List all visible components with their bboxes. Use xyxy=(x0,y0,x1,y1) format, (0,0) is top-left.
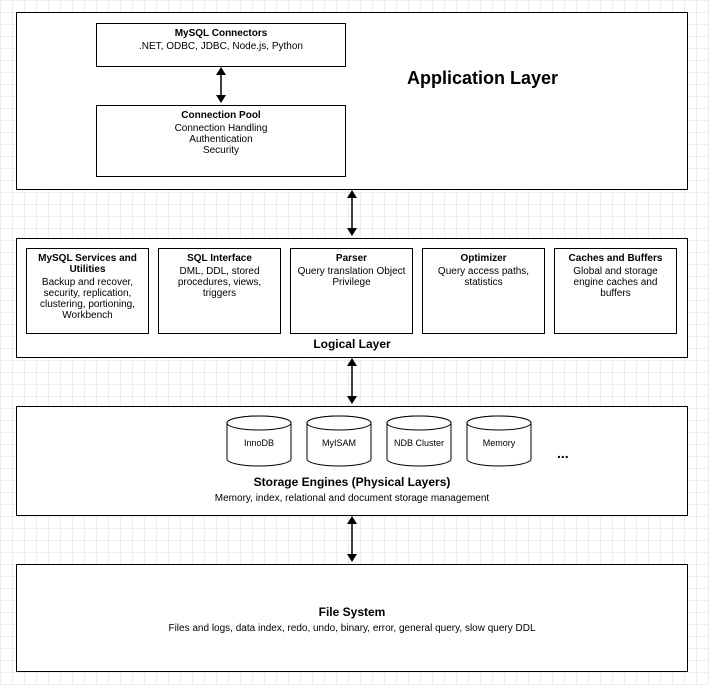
logical-box-2-text: Query translation Object Privilege xyxy=(298,266,406,288)
logical-layer-label: Logical Layer xyxy=(17,337,687,351)
logical-box-0-title: MySQL Services and Utilities xyxy=(29,253,146,275)
file-system-text: Files and logs, data index, redo, undo, … xyxy=(17,623,687,634)
logical-box-0: MySQL Services and Utilities Backup and … xyxy=(26,248,149,334)
storage-layer-title: Storage Engines (Physical Layers) xyxy=(17,475,687,489)
connectors-text: .NET, ODBC, JDBC, Node.js, Python xyxy=(139,41,303,52)
logical-box-1: SQL Interface DML, DDL, stored procedure… xyxy=(158,248,281,334)
file-system-title: File System xyxy=(17,605,687,619)
arrow-connectors-pool xyxy=(213,67,229,103)
arrow-storage-filesystem xyxy=(344,516,360,562)
logical-box-4: Caches and Buffers Global and storage en… xyxy=(554,248,677,334)
cylinder-innodb-label: InnoDB xyxy=(225,438,293,448)
cylinder-memory: Memory xyxy=(465,415,533,467)
cylinder-innodb: InnoDB xyxy=(225,415,293,467)
logical-box-3-text: Query access paths, statistics xyxy=(438,266,529,288)
cylinder-ndb-label: NDB Cluster xyxy=(385,438,453,448)
logical-box-4-title: Caches and Buffers xyxy=(557,253,674,264)
logical-box-0-text: Backup and recover, security, replicatio… xyxy=(40,277,135,321)
cylinder-myisam: MyISAM xyxy=(305,415,373,467)
arrow-app-logical xyxy=(344,190,360,236)
connection-pool-box: Connection Pool Connection Handling Auth… xyxy=(96,105,346,177)
file-system-box: File System Files and logs, data index, … xyxy=(16,564,688,672)
storage-layer-subtitle: Memory, index, relational and document s… xyxy=(17,493,687,504)
application-layer-title: Application Layer xyxy=(407,68,558,89)
logical-box-2-title: Parser xyxy=(293,253,410,264)
logical-box-3: Optimizer Query access paths, statistics xyxy=(422,248,545,334)
pool-title: Connection Pool xyxy=(99,110,343,121)
pool-line3: Security xyxy=(99,145,343,156)
arrow-logical-storage xyxy=(344,358,360,404)
logical-box-1-title: SQL Interface xyxy=(161,253,278,264)
cylinder-ndb: NDB Cluster xyxy=(385,415,453,467)
logical-box-4-text: Global and storage engine caches and buf… xyxy=(573,266,658,299)
logical-box-1-text: DML, DDL, stored procedures, views, trig… xyxy=(178,266,261,299)
storage-layer-box: InnoDB MyISAM NDB Cluster Memory ... Sto… xyxy=(16,406,688,516)
logical-box-2: Parser Query translation Object Privileg… xyxy=(290,248,413,334)
logical-box-3-title: Optimizer xyxy=(425,253,542,264)
pool-line1: Connection Handling xyxy=(99,123,343,134)
storage-ellipsis: ... xyxy=(557,445,569,461)
connectors-box: MySQL Connectors .NET, ODBC, JDBC, Node.… xyxy=(96,23,346,67)
pool-line2: Authentication xyxy=(99,134,343,145)
cylinder-memory-label: Memory xyxy=(465,438,533,448)
logical-layer-box: MySQL Services and Utilities Backup and … xyxy=(16,238,688,358)
cylinder-myisam-label: MyISAM xyxy=(305,438,373,448)
connectors-title: MySQL Connectors xyxy=(99,28,343,39)
application-layer-box: Application Layer MySQL Connectors .NET,… xyxy=(16,12,688,190)
